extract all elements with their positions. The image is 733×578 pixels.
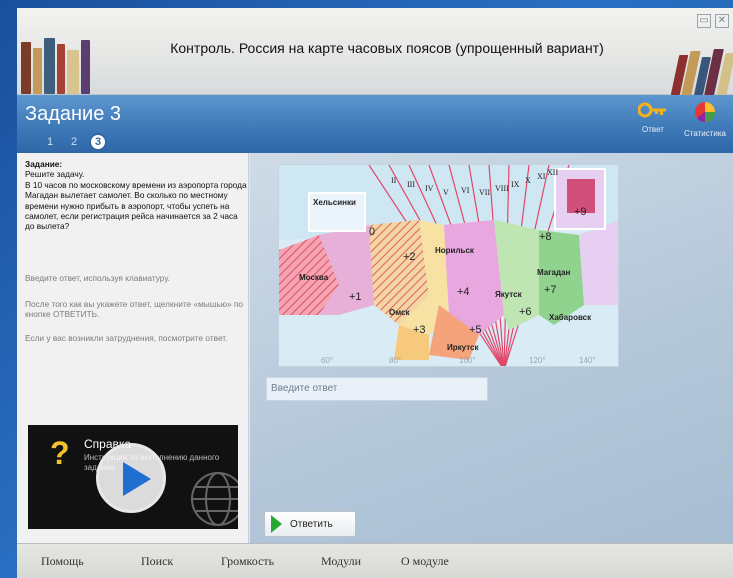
submit-button[interactable]: Ответить [264,511,356,537]
map-roman-2: II [391,176,397,185]
books-illustration-left [17,28,97,94]
question-icon: ? [50,435,70,471]
statistics-tool-button[interactable]: Статистика [681,101,729,138]
map-roman-4: IV [425,184,434,193]
map-label-helsinki: Хельсинки [313,198,356,207]
map-offset-plus8: +8 [539,231,552,243]
task-panel: Задание: Решите задачу. В 10 часов по мо… [17,153,249,543]
map-degree-120: 120° [529,356,546,365]
map-label-omsk: Омск [389,308,410,317]
menu-volume[interactable]: Громкость [221,554,274,569]
map-roman-3: III [407,180,415,189]
pie-chart-icon [695,102,715,122]
answer-placeholder: Введите ответ [271,383,338,394]
hint-submit: После того как вы укажете ответ, щелкнит… [25,299,243,320]
task-title: Задание 3 [25,103,122,125]
arrow-right-icon [271,515,282,533]
window-header: Контроль. Россия на карте часовых поясов… [17,8,733,95]
menu-about-module[interactable]: О модуле [401,554,449,569]
map-offset-plus9: +9 [574,206,587,218]
map-offset-plus4: +4 [457,286,470,298]
map-roman-8: VIII [495,184,509,193]
map-offset-plus3: +3 [413,324,426,336]
task-statement: Задание: Решите задачу. В 10 часов по мо… [25,159,247,232]
map-offset-zero: 0 [369,226,375,238]
step-3[interactable]: 3 [89,133,107,151]
map-degree-80: 80° [389,356,401,365]
window-title: Контроль. Россия на карте часовых поясов… [170,40,604,56]
task-line: Решите задачу. [25,169,85,180]
work-area: Хельсинки Норильск Якутск Омск Иркутск М… [250,153,733,543]
map-label-norilsk: Норильск [435,246,475,255]
play-icon[interactable] [96,443,166,513]
map-roman-5: V [443,188,449,197]
map-roman-6: VI [461,186,470,195]
restore-icon[interactable]: ▭ [697,14,711,28]
menu-help[interactable]: Помощь [41,554,84,569]
submit-label: Ответить [290,518,333,530]
map-roman-7: VII [479,188,490,197]
step-2[interactable]: 2 [65,133,83,151]
answer-tool-label: Ответ [642,125,664,134]
map-label-moscow: Москва [299,273,329,282]
map-degree-100: 100° [459,356,476,365]
hint-keyboard: Введите ответ, используя клавиатуру. [25,273,170,283]
books-illustration-right [670,48,733,95]
bottom-menu: Помощь Поиск Громкость Модули О модуле [17,543,733,578]
task-band: Задание 3 1 2 3 Ответ Статистика [17,95,733,153]
map-label-irkutsk: Иркутск [447,343,479,352]
globe-icon [191,472,238,526]
step-1[interactable]: 1 [41,133,59,151]
map-offset-plus6: +6 [519,306,532,318]
close-icon[interactable]: ✕ [715,14,729,28]
map-degree-140: 140° [579,356,596,365]
map-offset-plus1: +1 [349,291,362,303]
menu-modules[interactable]: Модули [321,554,361,569]
menu-search[interactable]: Поиск [141,554,173,569]
map-roman-11: XI [537,172,546,181]
time-zone-map: Хельсинки Норильск Якутск Омск Иркутск М… [278,164,619,367]
map-offset-plus7: +7 [544,284,557,296]
map-roman-9: IX [511,180,520,189]
map-label-magadan: Магадан [537,268,571,277]
answer-tool-button[interactable]: Ответ [629,101,677,134]
step-navigator: 1 2 3 [41,133,107,151]
task-body: В 10 часов по московскому времени из аэр… [25,179,247,232]
map-label-yakutsk: Якутск [495,290,523,299]
map-offset-plus5: +5 [469,324,482,336]
statistics-tool-label: Статистика [683,129,726,138]
map-offset-plus2: +2 [403,251,416,263]
map-degree-60: 60° [321,356,333,365]
key-icon [637,102,666,118]
map-label-khabarovsk: Хабаровск [549,313,592,322]
answer-input[interactable]: Введите ответ [266,377,488,401]
app-window: Контроль. Россия на карте часовых поясов… [17,8,733,578]
russia-time-zones-map: Хельсинки Норильск Якутск Омск Иркутск М… [279,165,618,366]
task-heading: Задание: [25,159,63,169]
hint-answer: Если у вас возникли затруднения, посмотр… [25,333,228,343]
help-video[interactable]: ? Справка Инструкция по выполнению данно… [28,425,238,529]
map-roman-10: X [525,176,531,185]
map-roman-12: XII [547,168,558,177]
